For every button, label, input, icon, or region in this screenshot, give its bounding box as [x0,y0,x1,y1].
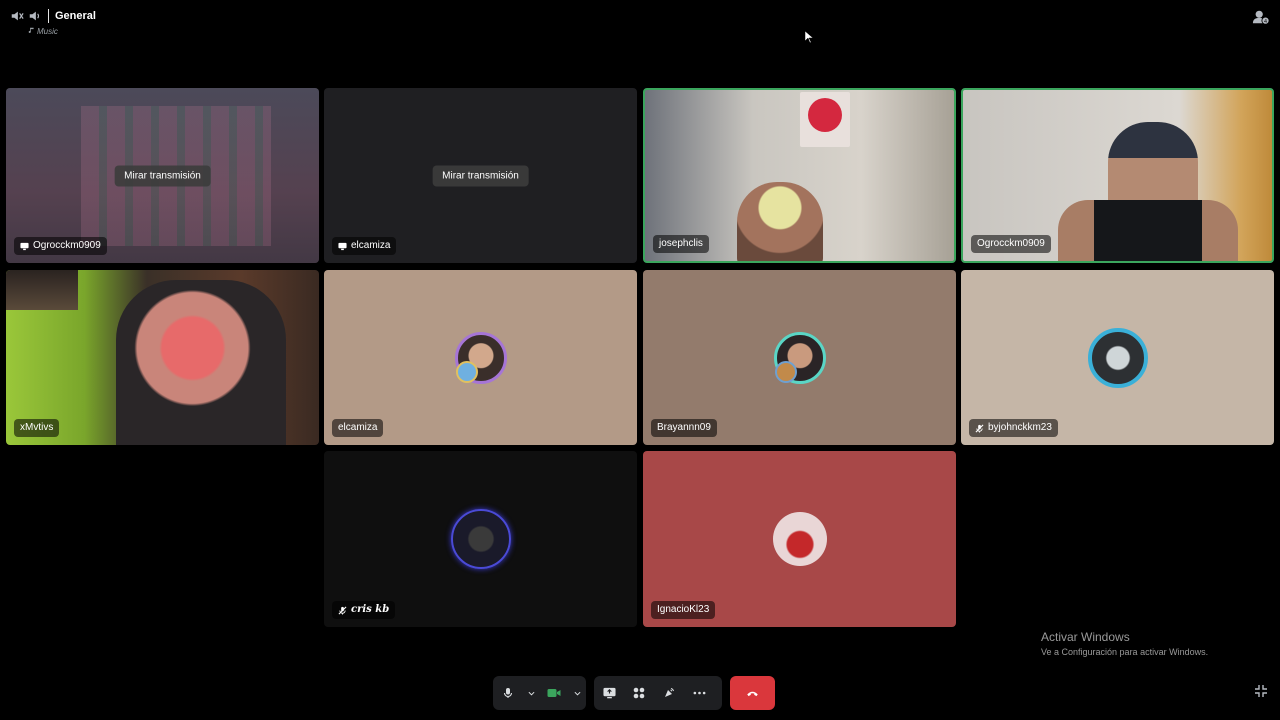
soundboard-button[interactable] [654,676,684,710]
participant-tile-video[interactable]: Ogrocckm0909 [961,88,1274,263]
screen-share-icon [338,242,347,251]
avatar [450,509,511,569]
camera-icon [547,689,561,697]
participant-tile-video[interactable]: josephclis [643,88,956,263]
avatar [773,331,826,384]
more-options-button[interactable] [684,676,714,710]
participant-tile-video[interactable]: xMvtivs [6,270,319,445]
person-shoulder [1058,200,1238,261]
participant-name: Ogrocckm0909 [33,240,101,251]
participant-name-tag: cris kb [332,601,396,619]
more-icon [693,691,705,695]
watermark-title: Activar Windows [1041,630,1130,644]
participant-name: byjohnckkm23 [988,422,1052,433]
invite-icon[interactable]: 4 [1252,8,1270,26]
person-video [737,182,823,261]
mouse-cursor-icon [804,30,814,44]
mic-muted-icon [975,424,984,433]
avatar [454,331,507,384]
participant-name-tag: josephclis [653,235,709,253]
voice-channel-header: General Music [10,8,96,38]
avatar [1087,327,1148,388]
wall-poster-image [800,92,850,147]
participant-name-tag: IgnacioKl23 [651,601,716,619]
watch-stream-button[interactable]: Mirar transmisión [432,165,529,186]
participant-tile-avatar[interactable]: IgnacioKl23 [643,451,956,627]
activity-controls [594,676,722,710]
avatar-decoration-badge [455,360,478,383]
participant-name-tag: elcamiza [332,419,384,437]
participant-name: josephclis [659,238,703,249]
call-controls [0,676,1280,710]
participant-name: xMvtivs [20,422,54,433]
picture-in-picture [6,270,78,310]
channel-status: Music [28,27,96,36]
chevron-down-icon [574,691,580,696]
music-note-icon [28,27,35,36]
exit-fullscreen-icon [1255,685,1267,697]
participant-name: IgnacioKl23 [657,604,710,615]
camera-button[interactable] [539,676,569,710]
mic-muted-icon [338,606,347,615]
participant-name: cris kb [351,604,390,615]
participant-name: Brayannn09 [657,422,711,433]
screen-share-icon [602,687,616,699]
participant-tile-avatar[interactable]: Brayannn09 [643,270,956,445]
hang-up-icon [747,691,758,696]
participant-name-tag: Brayannn09 [651,419,717,437]
participant-tile-stream[interactable]: Mirar transmisión Ogrocckm0909 [6,88,319,263]
exit-fullscreen-button[interactable] [1254,684,1268,698]
hang-up-button[interactable] [730,676,775,710]
camera-options-button[interactable] [569,676,585,710]
participant-tile-avatar[interactable]: byjohnckkm23 [961,270,1274,445]
participant-name: elcamiza [338,422,378,433]
participant-name-tag: Ogrocckm0909 [14,237,107,255]
windows-activation-watermark: Activar Windows Ve a Configuración para … [1041,630,1208,657]
speaker-muted-icon[interactable] [10,9,24,23]
participant-name: elcamiza [351,240,391,251]
participant-tile-avatar[interactable]: elcamiza [324,270,637,445]
participant-tile-avatar[interactable]: cris kb [324,451,637,627]
microphone-button[interactable] [493,676,523,710]
media-controls [493,676,586,710]
watermark-subtitle: Ve a Configuración para activar Windows. [1041,647,1209,657]
avatar [772,512,827,566]
watch-stream-button[interactable]: Mirar transmisión [114,165,211,186]
participant-name-tag: xMvtivs [14,419,60,437]
participant-tile-stream[interactable]: Mirar transmisión elcamiza [324,88,637,263]
participant-name: Ogrocckm0909 [977,238,1045,249]
svg-text:4: 4 [1264,19,1267,25]
header-divider [48,9,49,23]
person-video [116,280,286,445]
activities-button[interactable] [624,676,654,710]
activities-icon [633,687,645,699]
chevron-down-icon [528,691,534,696]
channel-status-text: Music [37,27,58,36]
microphone-icon [503,688,513,698]
speaker-icon [28,9,42,23]
soundboard-icon [665,688,674,697]
participant-name-tag: byjohnckkm23 [969,419,1058,437]
screen-share-icon [20,242,29,251]
channel-name: General [55,10,96,22]
screen-share-button[interactable] [594,676,624,710]
avatar-decoration-badge [774,360,797,383]
participant-name-tag: elcamiza [332,237,397,255]
participant-name-tag: Ogrocckm0909 [971,235,1051,253]
microphone-options-button[interactable] [523,676,539,710]
